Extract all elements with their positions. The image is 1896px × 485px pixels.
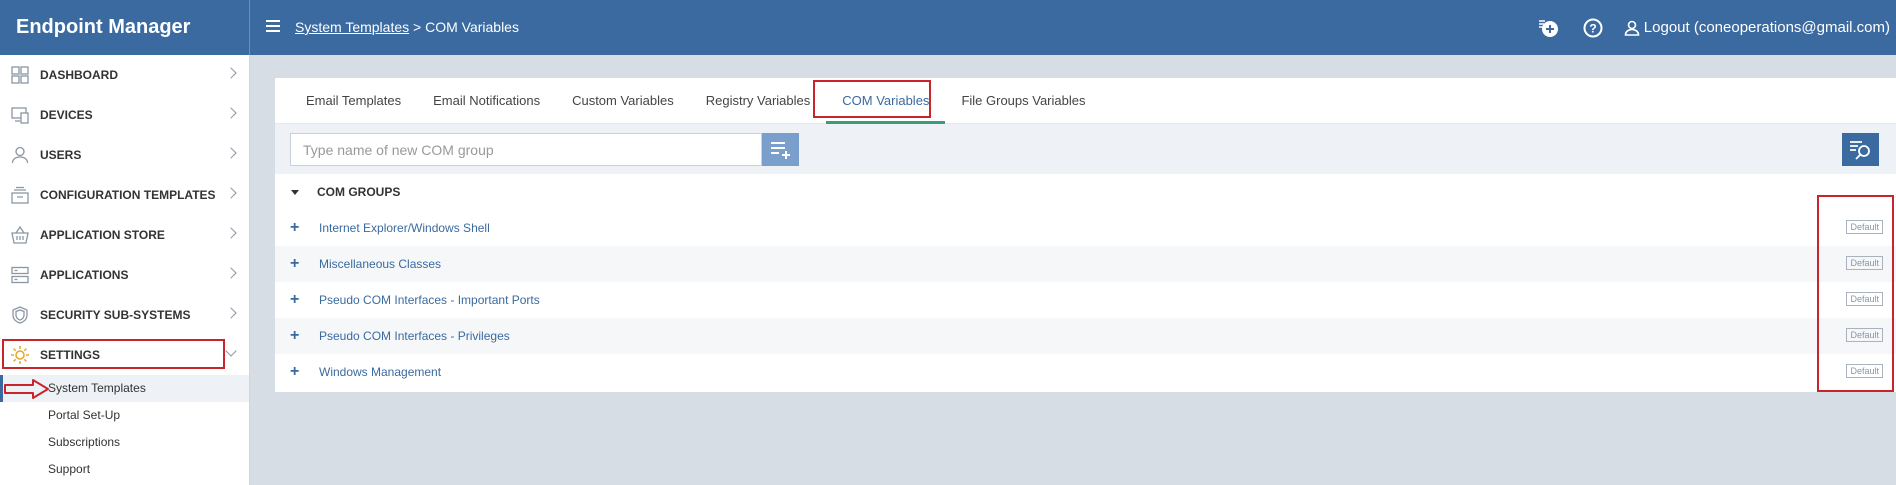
group-name[interactable]: Pseudo COM Interfaces - Privileges bbox=[319, 329, 510, 343]
breadcrumb-separator: > bbox=[413, 19, 422, 35]
tab-email-templates[interactable]: Email Templates bbox=[290, 78, 417, 123]
com-groups-title: COM GROUPS bbox=[317, 185, 401, 199]
tab-custom-variables[interactable]: Custom Variables bbox=[556, 78, 690, 123]
add-list-icon bbox=[770, 141, 790, 159]
sidebar-item-applications[interactable]: APPLICATIONS bbox=[0, 255, 249, 295]
group-name[interactable]: Windows Management bbox=[319, 365, 441, 379]
list-item[interactable]: + Internet Explorer/Windows Shell Defaul… bbox=[275, 210, 1896, 246]
sidebar-item-label: DASHBOARD bbox=[40, 68, 118, 82]
chevron-right-icon bbox=[225, 187, 237, 199]
sidebar-subitem-portal-setup[interactable]: Portal Set-Up bbox=[0, 402, 249, 429]
sidebar-subitem-support[interactable]: Support bbox=[0, 456, 249, 483]
shield-icon bbox=[10, 305, 30, 325]
new-com-group-input[interactable] bbox=[290, 133, 762, 166]
sidebar-item-label: APPLICATIONS bbox=[40, 268, 129, 282]
breadcrumb-parent-link[interactable]: System Templates bbox=[295, 19, 409, 35]
sidebar-item-dashboard[interactable]: DASHBOARD bbox=[0, 55, 249, 95]
app-brand[interactable]: Endpoint Manager bbox=[0, 0, 250, 55]
caret-down-icon bbox=[291, 189, 299, 195]
sidebar-item-devices[interactable]: DEVICES bbox=[0, 95, 249, 135]
devices-icon bbox=[10, 105, 30, 125]
list-item[interactable]: + Windows Management Default bbox=[275, 354, 1896, 390]
tab-registry-variables[interactable]: Registry Variables bbox=[690, 78, 827, 123]
templates-icon bbox=[10, 185, 30, 205]
sidebar-item-label: SECURITY SUB-SYSTEMS bbox=[40, 308, 191, 322]
breadcrumb: System Templates > COM Variables bbox=[295, 19, 519, 35]
sidebar-item-label: DEVICES bbox=[40, 108, 93, 122]
logout-button[interactable]: Logout (coneoperations@gmail.com) bbox=[1624, 19, 1890, 36]
sidebar-item-users[interactable]: USERS bbox=[0, 135, 249, 175]
default-badges-highlight-box bbox=[1817, 195, 1894, 392]
main-panel: Email Templates Email Notifications Cust… bbox=[275, 78, 1896, 392]
expand-plus-icon[interactable]: + bbox=[290, 256, 302, 272]
list-item[interactable]: + Miscellaneous Classes Default bbox=[275, 246, 1896, 282]
filter-search-icon bbox=[1849, 140, 1870, 160]
chevron-right-icon bbox=[225, 267, 237, 279]
group-name[interactable]: Internet Explorer/Windows Shell bbox=[319, 221, 490, 235]
sidebar: DASHBOARD DEVICES USERS CONFIGURATION TE… bbox=[0, 55, 250, 485]
expand-plus-icon[interactable]: + bbox=[290, 364, 302, 380]
sidebar-item-application-store[interactable]: APPLICATION STORE bbox=[0, 215, 249, 255]
filter-search-button[interactable] bbox=[1842, 133, 1879, 166]
list-item[interactable]: + Pseudo COM Interfaces - Important Port… bbox=[275, 282, 1896, 318]
sidebar-subitem-subscriptions[interactable]: Subscriptions bbox=[0, 429, 249, 456]
applications-icon bbox=[10, 265, 30, 285]
group-name[interactable]: Pseudo COM Interfaces - Important Ports bbox=[319, 293, 540, 307]
chevron-right-icon bbox=[225, 307, 237, 319]
expand-plus-icon[interactable]: + bbox=[290, 220, 302, 236]
expand-plus-icon[interactable]: + bbox=[290, 328, 302, 344]
list-item[interactable]: + Pseudo COM Interfaces - Privileges Def… bbox=[275, 318, 1896, 354]
chevron-right-icon bbox=[225, 67, 237, 79]
com-groups-header[interactable]: COM GROUPS bbox=[275, 174, 1896, 210]
annotation-arrow-icon bbox=[4, 379, 49, 399]
tab-file-groups-variables[interactable]: File Groups Variables bbox=[945, 78, 1101, 123]
toolbar bbox=[275, 124, 1896, 174]
logout-label: Logout (coneoperations@gmail.com) bbox=[1643, 19, 1890, 36]
sidebar-item-configuration-templates[interactable]: CONFIGURATION TEMPLATES bbox=[0, 175, 249, 215]
expand-plus-icon[interactable]: + bbox=[290, 292, 302, 308]
dashboard-icon bbox=[10, 65, 30, 85]
basket-icon bbox=[10, 225, 30, 245]
add-notification-icon[interactable] bbox=[1536, 15, 1562, 41]
sidebar-item-label: USERS bbox=[40, 148, 82, 162]
sidebar-item-security-sub-systems[interactable]: SECURITY SUB-SYSTEMS bbox=[0, 295, 249, 335]
tab-email-notifications[interactable]: Email Notifications bbox=[417, 78, 556, 123]
settings-highlight-box bbox=[2, 339, 225, 369]
chevron-down-icon bbox=[225, 345, 237, 357]
add-group-button[interactable] bbox=[762, 133, 799, 166]
user-icon bbox=[10, 145, 30, 165]
top-bar: System Templates > COM Variables ? Logou… bbox=[250, 0, 1896, 55]
group-name[interactable]: Miscellaneous Classes bbox=[319, 257, 441, 271]
chevron-right-icon bbox=[225, 227, 237, 239]
help-icon[interactable]: ? bbox=[1580, 15, 1606, 41]
tab-bar: Email Templates Email Notifications Cust… bbox=[275, 78, 1896, 124]
menu-icon[interactable] bbox=[266, 20, 280, 32]
chevron-right-icon bbox=[225, 107, 237, 119]
breadcrumb-current: COM Variables bbox=[425, 19, 519, 35]
com-groups-list: + Internet Explorer/Windows Shell Defaul… bbox=[275, 210, 1896, 390]
svg-text:?: ? bbox=[1589, 21, 1596, 35]
sidebar-item-label: CONFIGURATION TEMPLATES bbox=[40, 188, 216, 202]
chevron-right-icon bbox=[225, 147, 237, 159]
user-icon bbox=[1624, 20, 1640, 36]
active-tab-highlight-box bbox=[813, 80, 931, 118]
sidebar-item-label: APPLICATION STORE bbox=[40, 228, 165, 242]
